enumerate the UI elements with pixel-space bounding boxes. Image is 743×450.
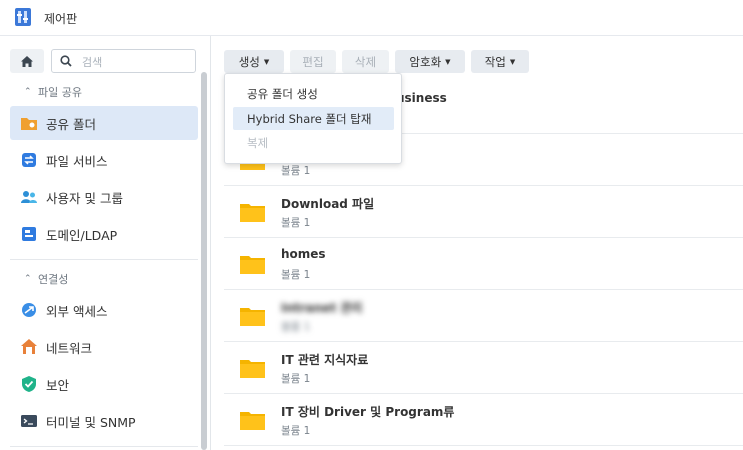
sidebar-item-label: 도메인/LDAP xyxy=(46,227,118,243)
sidebar-item-label: 파일 서비스 xyxy=(46,153,108,169)
menu-item-mount-hybrid-share[interactable]: Hybrid Share 폴더 탑재 xyxy=(233,107,394,130)
create-button[interactable]: 생성 ▼ xyxy=(224,50,284,73)
encryption-button-label: 암호화 xyxy=(409,54,442,69)
chevron-up-icon: ⌃ xyxy=(24,274,32,284)
caret-down-icon: ▼ xyxy=(509,57,516,66)
folder-name: Download 파일 xyxy=(281,197,375,211)
caret-down-icon: ▼ xyxy=(445,57,451,66)
sidebar-item-shared-folder[interactable]: 공유 폴더 xyxy=(10,106,198,140)
folder-volume: 볼륨 1 xyxy=(281,165,311,177)
menu-item-create-shared-folder[interactable]: 공유 폴더 생성 xyxy=(233,82,394,105)
folder-icon xyxy=(240,308,265,326)
window-title: 제어판 xyxy=(44,12,78,26)
folder-name: homes xyxy=(281,247,326,261)
table-row[interactable]: IT 장비 Driver 및 Program류 볼륨 1 xyxy=(224,394,743,446)
table-row[interactable]: homes 볼륨 1 xyxy=(224,238,743,290)
folder-icon xyxy=(240,204,265,222)
sidebar-item-domain-ldap[interactable]: 도메인/LDAP xyxy=(10,217,198,251)
sidebar: ⌃ 파일 공유 공유 폴더 파일 서비스 사용자 및 그룹 도메인/LDAP ⌃… xyxy=(0,36,211,450)
table-row[interactable]: IT 관련 지식자료 볼륨 1 xyxy=(224,342,743,394)
folder-volume: 볼륨 1 xyxy=(281,269,311,281)
menu-item-label: 공유 폴더 생성 xyxy=(247,86,318,101)
sidebar-item-users-groups[interactable]: 사용자 및 그룹 xyxy=(10,180,198,214)
search-input[interactable] xyxy=(80,52,194,72)
folder-name: usiness xyxy=(396,91,447,105)
sidebar-divider xyxy=(10,446,198,447)
folder-volume: 볼륨 1 xyxy=(281,425,311,437)
control-panel-icon xyxy=(15,8,31,26)
sidebar-scrollbar[interactable] xyxy=(201,72,207,450)
home-button[interactable] xyxy=(10,49,44,73)
folder-icon xyxy=(240,256,265,274)
encryption-button[interactable]: 암호화 ▼ xyxy=(395,50,465,73)
delete-button[interactable]: 삭제 xyxy=(342,50,389,73)
shared-folder-icon xyxy=(20,114,38,132)
sidebar-item-file-services[interactable]: 파일 서비스 xyxy=(10,143,198,177)
sidebar-item-label: 보안 xyxy=(46,377,70,393)
sidebar-item-label: 사용자 및 그룹 xyxy=(46,190,123,206)
menu-item-label: Hybrid Share 폴더 탑재 xyxy=(247,111,372,126)
caret-down-icon: ▼ xyxy=(263,57,270,66)
edit-button-label: 편집 xyxy=(302,54,324,69)
action-button[interactable]: 작업 ▼ xyxy=(471,50,529,73)
domain-icon xyxy=(20,225,38,243)
external-access-icon xyxy=(20,301,38,319)
sidebar-item-label: 네트워크 xyxy=(46,340,93,356)
menu-item-clone[interactable]: 복제 xyxy=(233,131,394,154)
sidebar-item-security[interactable]: 보안 xyxy=(10,367,198,401)
search-box xyxy=(51,49,196,73)
table-row[interactable]: Download 파일 볼륨 1 xyxy=(224,186,743,238)
shield-icon xyxy=(20,375,38,393)
sidebar-item-label: 외부 액세스 xyxy=(46,303,108,319)
folder-volume: 볼륨 1 xyxy=(281,321,311,333)
sidebar-item-label: 터미널 및 SNMP xyxy=(46,414,136,430)
create-dropdown-menu: 공유 폴더 생성 Hybrid Share 폴더 탑재 복제 xyxy=(224,73,402,164)
terminal-icon xyxy=(20,412,38,430)
edit-button[interactable]: 편집 xyxy=(290,50,336,73)
home-icon xyxy=(21,55,33,67)
sidebar-item-label: 공유 폴더 xyxy=(46,116,96,132)
menu-item-label: 복제 xyxy=(247,135,269,150)
section-label: 연결성 xyxy=(38,273,69,286)
sidebar-item-terminal-snmp[interactable]: 터미널 및 SNMP xyxy=(10,404,198,438)
table-row[interactable]: Intranet 관리 볼륨 1 xyxy=(224,290,743,342)
folder-name: IT 관련 지식자료 xyxy=(281,353,369,367)
folder-icon xyxy=(240,412,265,430)
section-connectivity[interactable]: ⌃ 연결성 xyxy=(24,271,68,287)
chevron-up-icon: ⌃ xyxy=(24,87,32,97)
search-icon xyxy=(60,55,72,67)
delete-button-label: 삭제 xyxy=(354,54,377,69)
folder-icon xyxy=(240,360,265,378)
title-bar: 제어판 xyxy=(0,0,743,36)
folder-volume: 볼륨 1 xyxy=(281,373,311,385)
sidebar-divider xyxy=(10,259,198,260)
section-file-sharing[interactable]: ⌃ 파일 공유 xyxy=(24,84,82,100)
folder-name: IT 장비 Driver 및 Program류 xyxy=(281,405,455,419)
sidebar-item-network[interactable]: 네트워크 xyxy=(10,330,198,364)
section-label: 파일 공유 xyxy=(38,86,82,99)
network-icon xyxy=(20,338,38,356)
sidebar-item-external-access[interactable]: 외부 액세스 xyxy=(10,293,198,327)
file-services-icon xyxy=(20,151,38,169)
users-icon xyxy=(20,188,38,206)
folder-name: Intranet 관리 xyxy=(281,301,363,315)
action-button-label: 작업 xyxy=(484,54,506,69)
folder-volume: 볼륨 1 xyxy=(281,217,311,229)
create-button-label: 생성 xyxy=(238,54,260,69)
